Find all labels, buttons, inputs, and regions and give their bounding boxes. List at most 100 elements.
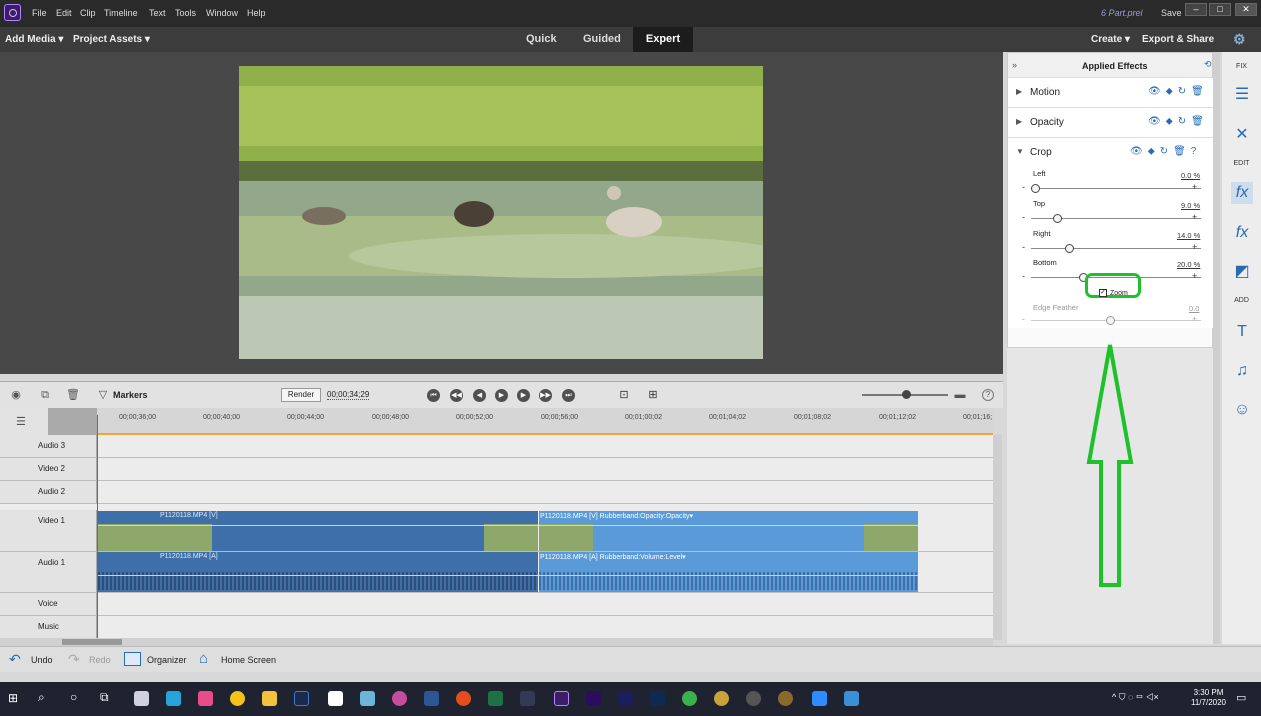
collapse-icon[interactable]: ▼ xyxy=(1016,147,1024,156)
crop-right-slider[interactable] xyxy=(1031,244,1201,253)
video-preview[interactable] xyxy=(239,66,763,359)
effect-controls-icons[interactable]: 👁⬥↻🗑? xyxy=(1130,146,1201,157)
tab-expert[interactable]: Expert xyxy=(633,27,693,52)
maximize-icon[interactable]: □ xyxy=(1209,3,1231,16)
undo-icon[interactable]: ↶ xyxy=(9,651,21,668)
save-button[interactable]: Save xyxy=(1161,8,1182,18)
menu-help[interactable]: Help xyxy=(247,8,266,18)
crop-right-value[interactable]: 14.0 % xyxy=(1177,231,1200,240)
music-icon[interactable]: ♫ xyxy=(1231,360,1253,382)
premiere-pro-icon[interactable] xyxy=(586,691,601,706)
copy-icon[interactable]: ⧉ xyxy=(38,389,52,401)
crop-left-value[interactable]: 0.0 % xyxy=(1181,171,1200,180)
fit-icon[interactable]: ⊡ xyxy=(617,389,631,401)
plus-icon[interactable]: + xyxy=(1192,271,1197,281)
premiere-rush-icon[interactable] xyxy=(618,691,633,706)
minus-icon[interactable]: - xyxy=(1022,242,1025,252)
timeline-horizontal-scrollbar[interactable] xyxy=(0,638,993,646)
crop-top-value[interactable]: 9.0 % xyxy=(1181,201,1200,210)
premiere-elements-icon[interactable] xyxy=(554,691,569,706)
task-view-icon[interactable]: ⧉ xyxy=(100,690,109,705)
adjustments-icon[interactable]: ☰ xyxy=(1231,84,1253,106)
graphics-icon[interactable]: ☺ xyxy=(1231,399,1253,421)
excel-icon[interactable] xyxy=(488,691,503,706)
effect-motion[interactable]: ▶ Motion 👁⬥↻🗑 xyxy=(1008,78,1214,108)
effects-icon[interactable]: fx xyxy=(1231,222,1253,244)
clock[interactable]: 3:30 PM 11/7/2020 xyxy=(1191,688,1226,708)
taskbar-app-icon[interactable] xyxy=(198,691,213,706)
collapse-panel-icon[interactable]: » xyxy=(1012,60,1017,70)
volume-rubberband[interactable] xyxy=(98,575,538,576)
frame-back-icon[interactable]: ◀ xyxy=(473,389,486,402)
menu-timeline[interactable]: Timeline xyxy=(104,8,138,18)
zoom-slider[interactable] xyxy=(862,390,948,399)
redo-button[interactable]: Redo xyxy=(89,655,111,665)
effect-controls-icons[interactable]: 👁⬥↻🗑 xyxy=(1148,116,1209,127)
track-settings-icon[interactable]: ☰ xyxy=(16,415,26,428)
taskbar-app-icon[interactable] xyxy=(134,691,149,706)
audio-waveform-toggle[interactable] xyxy=(48,408,97,435)
gear-icon[interactable]: ⚙ xyxy=(1233,32,1247,46)
plus-icon[interactable]: + xyxy=(1192,212,1197,222)
taskbar-app-icon[interactable] xyxy=(746,691,761,706)
crop-top-slider[interactable] xyxy=(1031,214,1201,223)
taskbar-app-icon[interactable] xyxy=(682,691,697,706)
word-icon[interactable] xyxy=(424,691,439,706)
camera-icon[interactable]: ◉ xyxy=(9,389,23,401)
lightroom-icon[interactable] xyxy=(294,691,309,706)
windows-start-icon[interactable]: ⊞ xyxy=(8,691,18,705)
organizer-icon[interactable] xyxy=(124,652,141,666)
slider-knob[interactable] xyxy=(1031,184,1040,193)
taskbar-app-icon[interactable] xyxy=(360,691,375,706)
undo-button[interactable]: Undo xyxy=(31,655,53,665)
minus-icon[interactable]: - xyxy=(1022,182,1025,192)
timeline-ruler[interactable]: 00;00;36;00 00;00;40;00 00;00;44;00 00;0… xyxy=(97,408,993,435)
plus-icon[interactable]: + xyxy=(1192,182,1197,192)
scrollbar-thumb[interactable] xyxy=(62,639,122,645)
volume-rubberband[interactable] xyxy=(539,575,918,576)
taskbar-app-icon[interactable] xyxy=(456,691,471,706)
markers-label[interactable]: Markers xyxy=(113,390,148,400)
minus-icon[interactable]: - xyxy=(1022,314,1025,324)
taskbar-app-icon[interactable] xyxy=(778,691,793,706)
effect-opacity[interactable]: ▶ Opacity 👁⬥↻🗑 xyxy=(1008,108,1214,138)
applied-effects-icon[interactable]: fx xyxy=(1231,182,1253,204)
opacity-rubberband[interactable] xyxy=(539,525,918,526)
plus-icon[interactable]: + xyxy=(1192,314,1197,324)
video-clip-1[interactable]: P1120118.MP4 [V] xyxy=(98,511,538,551)
taskbar-app-icon[interactable] xyxy=(392,691,407,706)
add-media-button[interactable]: Add Media ▾ xyxy=(5,34,63,45)
taskbar-app-icon[interactable] xyxy=(714,691,729,706)
effects-scrollbar[interactable] xyxy=(1213,52,1220,644)
marker-icon[interactable]: ▽ xyxy=(96,389,110,401)
taskbar-app-icon[interactable] xyxy=(520,691,535,706)
zoom-app-icon[interactable] xyxy=(812,691,827,706)
plus-icon[interactable]: + xyxy=(1192,242,1197,252)
track-header[interactable]: Audio 3 xyxy=(0,435,97,457)
timeline-vertical-scrollbar[interactable] xyxy=(993,435,1002,640)
tab-guided[interactable]: Guided xyxy=(571,27,633,52)
project-assets-button[interactable]: Project Assets ▾ xyxy=(73,34,150,45)
close-icon[interactable]: ✕ xyxy=(1235,3,1257,16)
zoom-in-icon[interactable]: ▬ xyxy=(953,389,967,401)
minus-icon[interactable]: - xyxy=(1022,271,1025,281)
edge-feather-slider[interactable] xyxy=(1031,316,1201,325)
frame-forward-icon[interactable]: ▶ xyxy=(517,389,530,402)
menu-tools[interactable]: Tools xyxy=(175,8,196,18)
trash-icon[interactable]: 🗑 xyxy=(66,389,80,401)
home-screen-button[interactable]: Home Screen xyxy=(221,655,276,665)
audio-clip-2[interactable]: P1120118.MP4 [A] Rubberband:Volume:Level… xyxy=(539,552,918,592)
minimize-icon[interactable]: – xyxy=(1185,3,1207,16)
opacity-rubberband[interactable] xyxy=(98,525,538,526)
video-clip-2[interactable]: P1120118.MP4 [V] Rubberband:Opacity:Opac… xyxy=(539,511,918,551)
export-share-button[interactable]: Export & Share xyxy=(1142,34,1214,45)
minus-icon[interactable]: - xyxy=(1022,212,1025,222)
menu-window[interactable]: Window xyxy=(206,8,238,18)
zoom-checkbox[interactable]: ✓ xyxy=(1099,289,1107,297)
play-icon[interactable]: ▶ xyxy=(495,389,508,402)
crop-bottom-value[interactable]: 20.0 % xyxy=(1177,260,1200,269)
expand-icon[interactable]: ▶ xyxy=(1016,87,1022,96)
fullscreen-icon[interactable]: ⊞ xyxy=(646,389,660,401)
tab-quick[interactable]: Quick xyxy=(514,27,569,52)
timecode[interactable]: 00;00;34;29 xyxy=(327,390,370,400)
